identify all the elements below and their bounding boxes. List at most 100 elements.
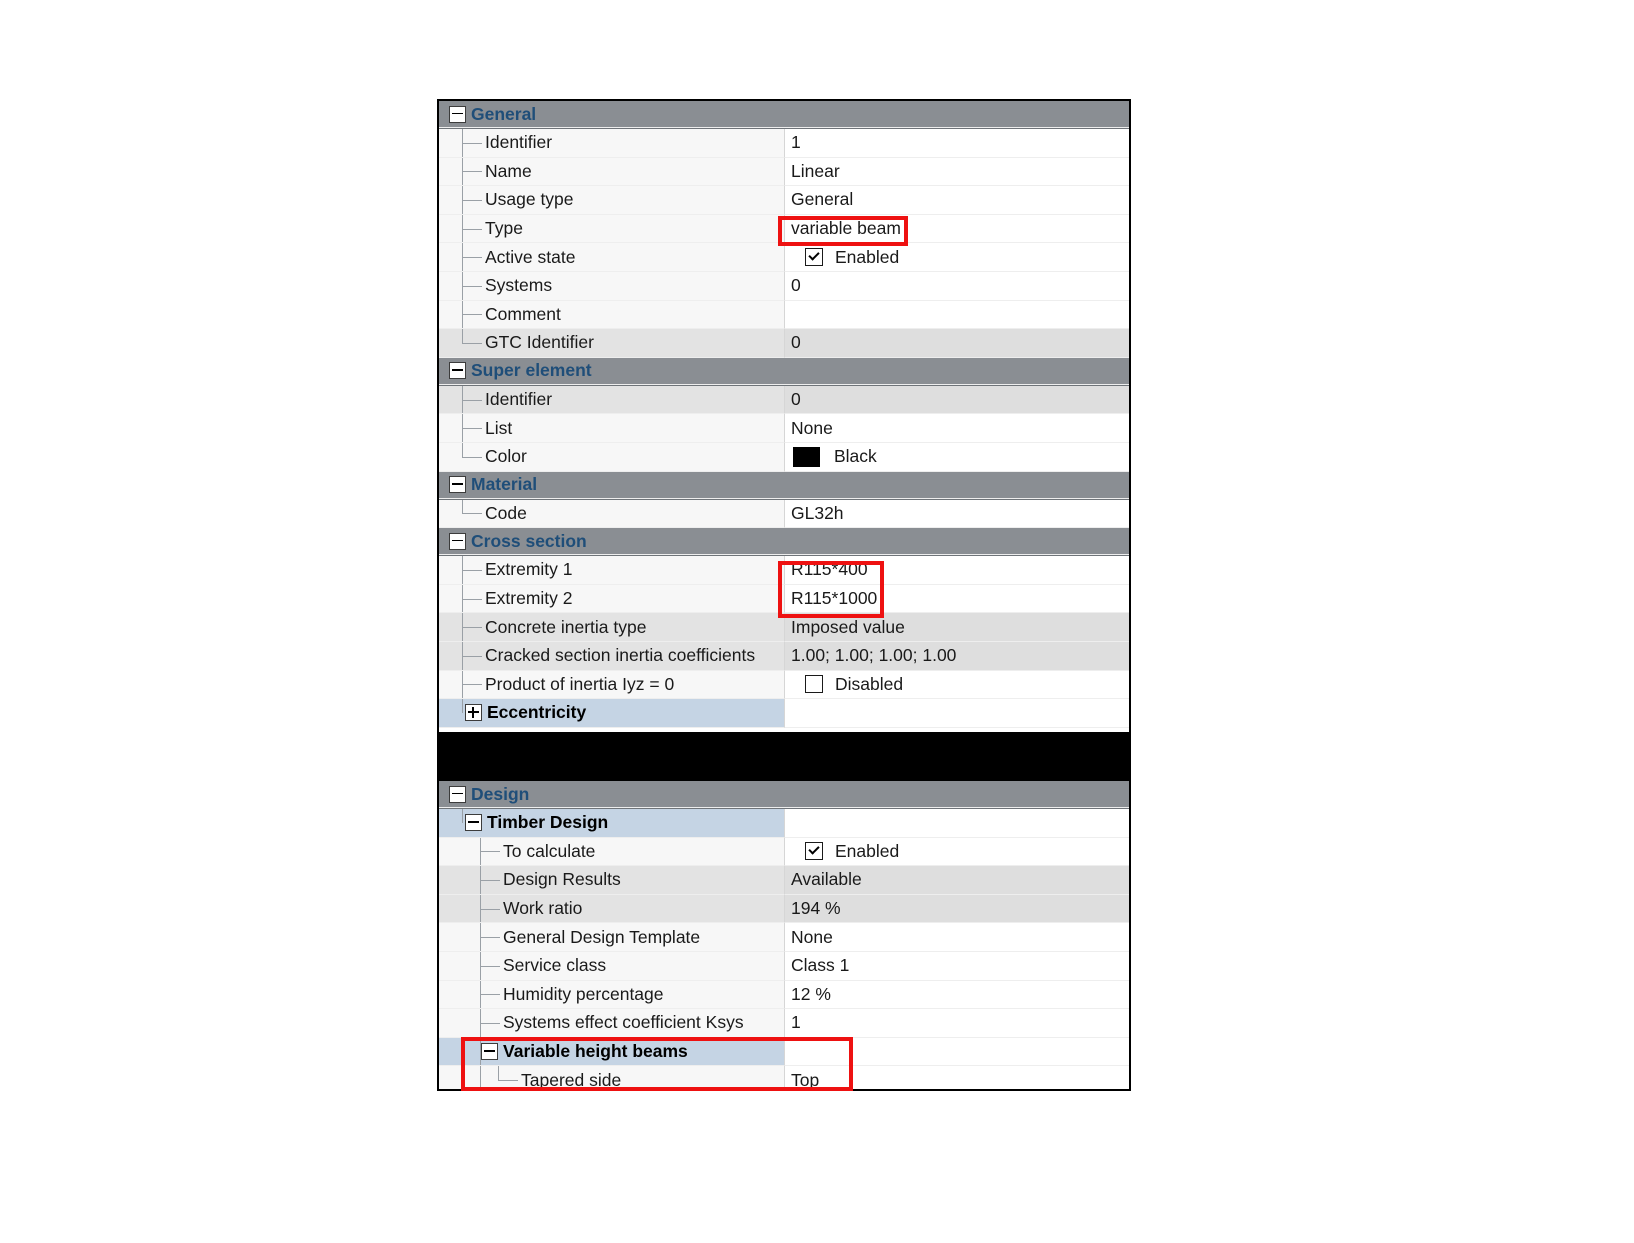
- property-value-ksys[interactable]: 1: [785, 1009, 1129, 1038]
- property-row-cracked-section-coefficients[interactable]: Cracked section inertia coefficients 1.0…: [439, 641, 1129, 671]
- property-row-product-of-inertia[interactable]: Product of inertia Iyz = 0 Disabled: [439, 670, 1129, 700]
- group-header-material[interactable]: Material: [439, 471, 1129, 500]
- property-value-work-ratio[interactable]: 194 %: [785, 894, 1129, 924]
- collapse-icon[interactable]: [481, 1043, 498, 1061]
- property-row-comment[interactable]: Comment: [439, 300, 1129, 330]
- property-row-concrete-inertia-type[interactable]: Concrete inertia type Imposed value: [439, 613, 1129, 642]
- property-label-name: Name: [439, 157, 785, 187]
- property-label-work-ratio: Work ratio: [439, 894, 785, 924]
- collapse-icon[interactable]: [449, 105, 466, 123]
- property-row-design-results[interactable]: Design Results Available: [439, 866, 1129, 895]
- property-row-general-design-template[interactable]: General Design Template None: [439, 923, 1129, 952]
- property-value-extremity-2[interactable]: R115*1000: [785, 584, 1129, 614]
- group-header-cross-section[interactable]: Cross section: [439, 528, 1129, 557]
- subgroup-header-eccentricity[interactable]: Eccentricity: [439, 699, 1129, 728]
- property-value-general-design-template[interactable]: None: [785, 923, 1129, 952]
- tree-connector-end-icon: [441, 499, 485, 528]
- property-value-usage-type[interactable]: General: [785, 186, 1129, 215]
- checkbox-checked-icon[interactable]: [805, 248, 823, 267]
- property-row-ksys[interactable]: Systems effect coefficient Ksys 1: [439, 1009, 1129, 1038]
- property-label-se-color: Color: [439, 442, 785, 472]
- tree-connector-icon: [441, 923, 503, 951]
- property-value-tapered-side[interactable]: Top: [785, 1066, 1129, 1089]
- property-row-material-code[interactable]: Code GL32h: [439, 499, 1129, 529]
- property-value-name[interactable]: Linear: [785, 157, 1129, 187]
- tree-connector-icon: [441, 271, 485, 300]
- property-row-service-class[interactable]: Service class Class 1: [439, 951, 1129, 981]
- property-value-comment[interactable]: [785, 300, 1129, 330]
- property-label-tapered-side: Tapered side: [439, 1066, 785, 1089]
- property-row-identifier[interactable]: Identifier 1: [439, 129, 1129, 158]
- property-value-se-list[interactable]: None: [785, 414, 1129, 443]
- property-row-extremity-2[interactable]: Extremity 2 R115*1000: [439, 584, 1129, 614]
- property-value-humidity-percentage[interactable]: 12 %: [785, 980, 1129, 1010]
- collapse-icon[interactable]: [449, 532, 466, 550]
- property-row-extremity-1[interactable]: Extremity 1 R115*400: [439, 556, 1129, 585]
- property-value-service-class[interactable]: Class 1: [785, 951, 1129, 981]
- group-header-general[interactable]: General: [439, 101, 1129, 129]
- collapse-icon[interactable]: [449, 362, 466, 380]
- property-value-se-color-text: Black: [834, 446, 877, 467]
- property-row-usage-type[interactable]: Usage type General: [439, 186, 1129, 215]
- property-value-type[interactable]: variable beam: [785, 214, 1129, 244]
- tree-connector-icon: [441, 129, 485, 157]
- property-value-cracked-section-coefficients[interactable]: 1.00; 1.00; 1.00; 1.00: [785, 641, 1129, 671]
- property-value-identifier[interactable]: 1: [785, 129, 1129, 158]
- property-value-to-calculate[interactable]: Enabled: [785, 837, 1129, 867]
- property-value-systems[interactable]: 0: [785, 271, 1129, 301]
- property-row-type[interactable]: Type variable beam: [439, 214, 1129, 244]
- property-label-systems: Systems: [439, 271, 785, 301]
- checkbox-checked-icon[interactable]: [805, 842, 823, 861]
- property-row-gtc-identifier[interactable]: GTC Identifier 0: [439, 329, 1129, 358]
- property-value-extremity-1[interactable]: R115*400: [785, 556, 1129, 585]
- property-value-design-results[interactable]: Available: [785, 866, 1129, 895]
- property-row-active-state[interactable]: Active state Enabled: [439, 243, 1129, 272]
- tree-connector-icon: [441, 300, 485, 329]
- property-row-se-identifier[interactable]: Identifier 0: [439, 385, 1129, 415]
- tree-connector-icon: [441, 157, 485, 186]
- property-row-systems[interactable]: Systems 0: [439, 271, 1129, 301]
- group-header-super-element[interactable]: Super element: [439, 357, 1129, 386]
- panel-separator: [437, 734, 1131, 779]
- property-value-active-state[interactable]: Enabled: [785, 243, 1129, 272]
- property-label-se-list: List: [439, 414, 785, 443]
- color-swatch-icon[interactable]: [793, 446, 820, 467]
- property-row-to-calculate[interactable]: To calculate Enabled: [439, 837, 1129, 867]
- tree-connector-end-icon: [441, 329, 485, 357]
- property-value-gtc-identifier[interactable]: 0: [785, 329, 1129, 358]
- collapse-icon[interactable]: [449, 785, 466, 803]
- property-label-usage-type: Usage type: [439, 186, 785, 215]
- group-header-general-label: General: [439, 101, 1129, 128]
- property-value-se-identifier[interactable]: 0: [785, 385, 1129, 415]
- subgroup-header-variable-height-beams[interactable]: Variable height beams: [439, 1037, 1129, 1067]
- property-value-se-color[interactable]: Black: [785, 442, 1129, 472]
- property-value-material-code[interactable]: GL32h: [785, 499, 1129, 529]
- tree-connector-icon: [441, 837, 503, 866]
- subgroup-value-timber-design: [785, 809, 1129, 838]
- collapse-icon[interactable]: [449, 476, 466, 494]
- subgroup-header-timber-design[interactable]: Timber Design: [439, 809, 1129, 838]
- property-row-se-color[interactable]: Color Black: [439, 442, 1129, 472]
- collapse-icon[interactable]: [465, 814, 482, 832]
- property-label-service-class: Service class: [439, 951, 785, 981]
- expand-icon[interactable]: [465, 704, 482, 722]
- group-header-super-element-label: Super element: [439, 358, 1129, 385]
- group-header-design[interactable]: Design: [439, 781, 1129, 809]
- properties-panel-bottom[interactable]: Design Timber Design To calculate Enable…: [437, 779, 1131, 1091]
- tree-connector-icon: [441, 214, 485, 243]
- property-row-se-list[interactable]: List None: [439, 414, 1129, 443]
- checkbox-unchecked-icon[interactable]: [805, 675, 823, 694]
- property-row-name[interactable]: Name Linear: [439, 157, 1129, 187]
- property-label-identifier: Identifier: [439, 129, 785, 158]
- property-row-humidity-percentage[interactable]: Humidity percentage 12 %: [439, 980, 1129, 1010]
- property-row-tapered-side[interactable]: Tapered side Top: [439, 1066, 1129, 1089]
- property-label-active-state: Active state: [439, 243, 785, 272]
- property-row-work-ratio[interactable]: Work ratio 194 %: [439, 894, 1129, 924]
- property-label-humidity-percentage: Humidity percentage: [439, 980, 785, 1010]
- tree-connector-icon: [441, 414, 485, 442]
- property-label-gtc-identifier: GTC Identifier: [439, 329, 785, 358]
- property-value-product-of-inertia[interactable]: Disabled: [785, 670, 1129, 700]
- property-label-general-design-template: General Design Template: [439, 923, 785, 952]
- properties-panel-top[interactable]: General Identifier 1 Name Linear Usage t…: [437, 99, 1131, 734]
- property-value-concrete-inertia-type[interactable]: Imposed value: [785, 613, 1129, 642]
